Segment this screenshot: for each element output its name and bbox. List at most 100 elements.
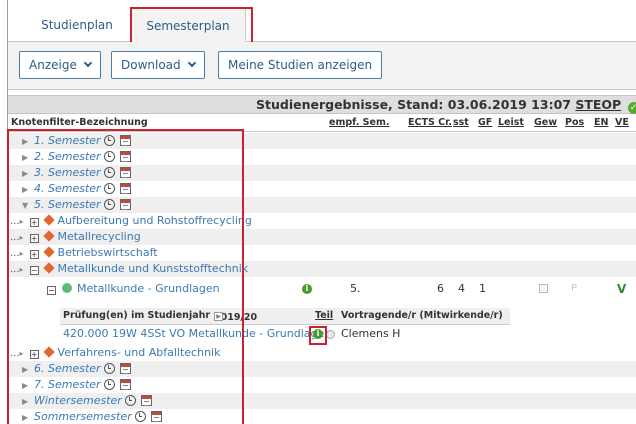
ellipsis-marker: ... <box>10 264 20 275</box>
semester-label[interactable]: 1. Semester <box>34 134 101 147</box>
tree-row-semester[interactable]: ▶ 2. Semester <box>8 149 636 165</box>
tree-row-module[interactable]: ...▸ + Aufbereitung und Rohstoffrecycling <box>8 213 636 229</box>
clock-icon[interactable] <box>103 183 115 194</box>
info-icon[interactable]: i <box>302 284 312 294</box>
expand-arrow-icon[interactable]: ▶ <box>22 394 34 410</box>
col-ects[interactable]: ECTS Cr. <box>408 117 452 128</box>
calendar-icon[interactable] <box>119 183 131 194</box>
semester-label[interactable]: Sommersemester <box>34 410 132 423</box>
clock-icon[interactable] <box>103 135 115 146</box>
tree-row-module[interactable]: ...▸ + Verfahrens- und Abfalltechnik <box>8 345 636 361</box>
tree-row-semester[interactable]: ▶ 3. Semester <box>8 165 636 181</box>
col-gf[interactable]: GF <box>478 117 492 128</box>
collapse-toggle-icon[interactable]: − <box>29 266 39 275</box>
module-label[interactable]: Metallrecycling <box>58 230 141 243</box>
module-node: ...▸ + Verfahrens- und Abfalltechnik <box>10 345 220 362</box>
expand-toggle-icon[interactable]: + <box>29 350 39 359</box>
expand-arrow-icon[interactable]: ▶ <box>22 150 34 166</box>
clock-icon[interactable] <box>124 395 136 406</box>
exam-course-link[interactable]: 420.000 19W 4SSt VO Metallkunde - Grundl… <box>63 326 331 342</box>
expand-arrow-icon[interactable]: ▶ <box>22 410 34 424</box>
gew-checkbox <box>539 284 548 293</box>
expand-arrow-icon[interactable]: ▶ <box>22 166 34 182</box>
tree-row-semester[interactable]: ▶ 7. Semester <box>8 377 636 393</box>
col-ve[interactable]: VE <box>615 117 629 128</box>
clock-icon[interactable] <box>134 411 146 422</box>
calendar-icon[interactable] <box>119 363 131 374</box>
semester-node: ▶ 1. Semester <box>22 133 131 150</box>
clock-icon[interactable] <box>103 363 115 374</box>
expand-arrow-icon[interactable]: ▶ <box>22 362 34 378</box>
expand-arrow-icon[interactable]: ▶ <box>22 182 34 198</box>
ellipsis-marker: ... <box>10 216 20 227</box>
tree-row-semester[interactable]: ▶ 4. Semester <box>8 181 636 197</box>
col-sst[interactable]: sst <box>453 117 469 128</box>
calendar-icon[interactable] <box>119 167 131 178</box>
results-header: Studienergebnisse, Stand: 03.06.2019 13:… <box>8 95 636 114</box>
tree-row-module[interactable]: ...▸ + Metallrecycling <box>8 229 636 245</box>
ellipsis-marker: ... <box>10 348 20 359</box>
tree-row-course[interactable]: − Metallkunde - Grundlagen i 5. 6 4 1 P V <box>8 279 636 299</box>
col-en[interactable]: EN <box>594 117 608 128</box>
download-label: Download <box>121 58 181 72</box>
calendar-icon[interactable] <box>119 199 131 210</box>
tree-row-semester[interactable]: ▼ 5. Semester <box>8 197 636 213</box>
course-label[interactable]: Metallkunde - Grundlagen <box>77 282 220 295</box>
clock-icon[interactable] <box>103 167 115 178</box>
collapse-arrow-icon[interactable]: ▼ <box>22 198 34 214</box>
col-lecturers: Vortragende/r (Mitwirkende/r) <box>341 310 503 321</box>
col-recommended-sem[interactable]: empf. Sem. <box>329 117 389 128</box>
results-title: Studienergebnisse, Stand: 03.06.2019 13:… <box>256 97 636 114</box>
meine-studien-anzeigen-button[interactable]: Meine Studien anzeigen <box>218 51 383 79</box>
clock-icon[interactable] <box>103 379 115 390</box>
module-label[interactable]: Verfahrens- und Abfalltechnik <box>58 346 221 359</box>
expand-arrow-icon[interactable]: ▶ <box>22 378 34 394</box>
semester-label[interactable]: 7. Semester <box>34 378 101 391</box>
calendar-icon[interactable] <box>119 151 131 162</box>
module-label[interactable]: Metallkunde und Kunststofftechnik <box>58 262 249 275</box>
ellipsis-marker: ... <box>10 248 20 259</box>
clock-icon[interactable] <box>103 151 115 162</box>
semester-label[interactable]: 3. Semester <box>34 166 101 179</box>
module-node: ...▸ + Betriebswirtschaft <box>10 245 158 262</box>
chevron-down-icon <box>187 58 196 68</box>
col-pos[interactable]: Pos <box>565 117 584 128</box>
download-dropdown-button[interactable]: Download <box>111 51 205 79</box>
tab-studienplan[interactable]: Studienplan <box>24 8 130 42</box>
col-teil[interactable]: Teil <box>315 310 333 321</box>
col-gew[interactable]: Gew <box>534 117 557 128</box>
anzeige-dropdown-button[interactable]: Anzeige <box>19 51 101 79</box>
semester-label[interactable]: 2. Semester <box>34 150 101 163</box>
calendar-icon[interactable] <box>140 395 152 406</box>
calendar-icon[interactable] <box>119 379 131 390</box>
col-leist[interactable]: Leist <box>498 117 524 128</box>
clock-icon[interactable] <box>103 199 115 210</box>
expand-toggle-icon[interactable]: + <box>29 234 39 243</box>
tree-row-semester[interactable]: ▶ Sommersemester <box>8 409 636 424</box>
exam-row[interactable]: 420.000 19W 4SSt VO Metallkunde - Grundl… <box>60 326 510 342</box>
expand-toggle-icon[interactable]: + <box>29 218 39 227</box>
collapse-toggle-icon[interactable]: − <box>47 286 56 295</box>
semester-label[interactable]: 6. Semester <box>34 362 101 375</box>
steop-link[interactable]: STEOP <box>575 97 621 112</box>
info-icon[interactable]: i <box>313 329 323 339</box>
tree-row-semester[interactable]: ▶ Wintersemester <box>8 393 636 409</box>
semester-label[interactable]: 4. Semester <box>34 182 101 195</box>
module-label[interactable]: Aufbereitung und Rohstoffrecycling <box>58 214 252 227</box>
calendar-icon[interactable] <box>119 135 131 146</box>
expand-toggle-icon[interactable]: + <box>29 250 39 259</box>
tree-row-module[interactable]: ...▸ + Betriebswirtschaft <box>8 245 636 261</box>
semester-label[interactable]: 5. Semester <box>34 198 101 211</box>
arrow-icon: ▸ <box>19 233 24 242</box>
tree-row-semester[interactable]: ▶ 6. Semester <box>8 361 636 377</box>
tree-row-semester[interactable]: ▶ 1. Semester <box>8 133 636 149</box>
module-label[interactable]: Betriebswirtschaft <box>58 246 158 259</box>
semester-label[interactable]: Wintersemester <box>34 394 122 407</box>
exam-heading: Prüfung(en) im Studienjahr <box>63 310 211 321</box>
calendar-icon[interactable] <box>150 411 162 422</box>
next-year-icon[interactable]: ▶ <box>214 312 223 321</box>
expand-arrow-icon[interactable]: ▶ <box>22 134 34 150</box>
tab-semesterplan[interactable]: Semesterplan <box>130 8 246 42</box>
module-diamond-icon <box>42 346 55 358</box>
tree-row-module[interactable]: ...▸ − Metallkunde und Kunststofftechnik <box>8 261 636 277</box>
